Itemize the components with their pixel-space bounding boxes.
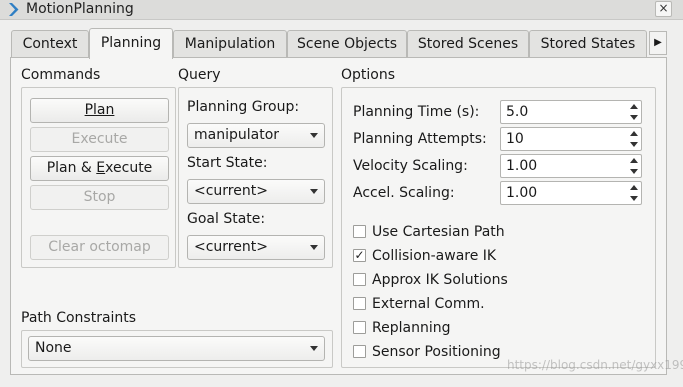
- goal-state-select[interactable]: <current>: [187, 235, 325, 260]
- tab-scene-objects[interactable]: Scene Objects: [287, 30, 407, 58]
- close-button[interactable]: ×: [655, 1, 672, 17]
- checkbox-box[interactable]: [353, 321, 366, 334]
- checkbox-label: Use Cartesian Path: [372, 224, 505, 240]
- checkbox-box[interactable]: [353, 225, 366, 238]
- plan-and-execute-button[interactable]: Plan & Execute: [30, 156, 169, 181]
- checkbox-label: Approx IK Solutions: [372, 272, 508, 288]
- velocity-scaling-value: 1.00: [506, 158, 538, 174]
- stop-button[interactable]: Stop: [30, 185, 169, 210]
- checkbox-label: Replanning: [372, 320, 451, 336]
- spin-up-icon[interactable]: [628, 102, 640, 112]
- checkbox-label: External Comm.: [372, 296, 485, 312]
- tab-stored-states[interactable]: Stored States: [529, 30, 647, 58]
- checkmark-icon[interactable]: ✓: [353, 249, 366, 262]
- path-constraints-heading: Path Constraints: [21, 310, 137, 326]
- chevron-down-icon: [310, 189, 318, 194]
- external-comm-checkbox[interactable]: External Comm.: [353, 294, 553, 314]
- planning-group-select[interactable]: manipulator: [187, 123, 325, 148]
- spin-up-icon[interactable]: [628, 156, 640, 166]
- spin-down-icon[interactable]: [628, 139, 640, 149]
- tab-manipulation[interactable]: Manipulation: [173, 30, 287, 58]
- clear-octomap-button[interactable]: Clear octomap: [30, 235, 169, 260]
- execute-button-label: Execute: [71, 131, 128, 147]
- start-state-select[interactable]: <current>: [187, 179, 325, 204]
- planning-time-label: Planning Time (s):: [353, 104, 480, 120]
- accel-scaling-spinbox[interactable]: 1.00: [500, 181, 642, 205]
- title-bar: MotionPlanning ×: [0, 0, 683, 20]
- approx-ik-solutions-checkbox[interactable]: Approx IK Solutions: [353, 270, 553, 290]
- checkbox-label: Sensor Positioning: [372, 344, 501, 360]
- tab-bar: Context Planning Manipulation Scene Obje…: [0, 28, 683, 59]
- path-constraints-select[interactable]: None: [28, 336, 325, 361]
- plan-execute-label-part: Plan &: [46, 160, 97, 176]
- collision-aware-ik-checkbox[interactable]: ✓ Collision-aware IK: [353, 246, 553, 266]
- checkbox-box[interactable]: [353, 345, 366, 358]
- planning-group-label: Planning Group:: [187, 99, 300, 115]
- tab-label: Scene Objects: [296, 36, 398, 52]
- goal-state-value: <current>: [194, 239, 268, 255]
- use-cartesian-path-checkbox[interactable]: Use Cartesian Path: [353, 222, 553, 242]
- tab-label: Stored States: [540, 36, 636, 52]
- planning-time-spinbox[interactable]: 5.0: [500, 100, 642, 124]
- start-state-label: Start State:: [187, 155, 268, 171]
- tab-label: Planning: [100, 35, 162, 51]
- plan-execute-label-part: xecute: [105, 160, 153, 176]
- tab-scroll-right-button[interactable]: ▶: [649, 31, 667, 55]
- planning-attempts-label: Planning Attempts:: [353, 131, 487, 147]
- spin-up-icon[interactable]: [628, 183, 640, 193]
- watermark: https://blog.csdn.net/gyxx1998: [507, 358, 683, 372]
- execute-button[interactable]: Execute: [30, 127, 169, 152]
- tab-label: Stored Scenes: [417, 36, 519, 52]
- commands-heading: Commands: [21, 67, 101, 83]
- planning-group-value: manipulator: [194, 127, 280, 143]
- rviz-app-icon: [9, 3, 19, 16]
- tab-label: Manipulation: [184, 36, 276, 52]
- planning-attempts-value: 10: [506, 131, 524, 147]
- chevron-down-icon: [310, 133, 318, 138]
- plan-button[interactable]: Plan: [30, 98, 169, 123]
- plan-execute-label-mnemonic: E: [96, 160, 106, 176]
- window-title: MotionPlanning: [26, 1, 134, 17]
- plan-button-label: Plan: [84, 102, 115, 118]
- tab-stored-scenes[interactable]: Stored Scenes: [407, 30, 529, 58]
- chevron-down-icon: [310, 245, 318, 250]
- arrow-right-icon: ▶: [654, 37, 662, 48]
- checkbox-box[interactable]: [353, 273, 366, 286]
- velocity-scaling-label: Velocity Scaling:: [353, 158, 468, 174]
- velocity-scaling-spinbox[interactable]: 1.00: [500, 154, 642, 178]
- start-state-value: <current>: [194, 183, 268, 199]
- clear-octomap-button-label: Clear octomap: [48, 239, 151, 255]
- accel-scaling-value: 1.00: [506, 185, 538, 201]
- query-heading: Query: [178, 67, 221, 83]
- spin-down-icon[interactable]: [628, 193, 640, 203]
- replanning-checkbox[interactable]: Replanning: [353, 318, 553, 338]
- spin-down-icon[interactable]: [628, 112, 640, 122]
- accel-scaling-label: Accel. Scaling:: [353, 185, 455, 201]
- spin-down-icon[interactable]: [628, 166, 640, 176]
- options-heading: Options: [341, 67, 396, 83]
- path-constraints-value: None: [35, 340, 72, 356]
- close-icon: ×: [658, 1, 669, 15]
- checkbox-label: Collision-aware IK: [372, 248, 497, 264]
- planning-attempts-spinbox[interactable]: 10: [500, 127, 642, 151]
- spin-up-icon[interactable]: [628, 129, 640, 139]
- checkbox-box[interactable]: [353, 297, 366, 310]
- tab-context[interactable]: Context: [11, 30, 89, 58]
- tab-label: Context: [22, 36, 78, 52]
- stop-button-label: Stop: [83, 189, 116, 205]
- chevron-down-icon: [310, 346, 318, 351]
- goal-state-label: Goal State:: [187, 211, 266, 227]
- tab-planning[interactable]: Planning: [89, 28, 173, 59]
- planning-time-value: 5.0: [506, 104, 529, 120]
